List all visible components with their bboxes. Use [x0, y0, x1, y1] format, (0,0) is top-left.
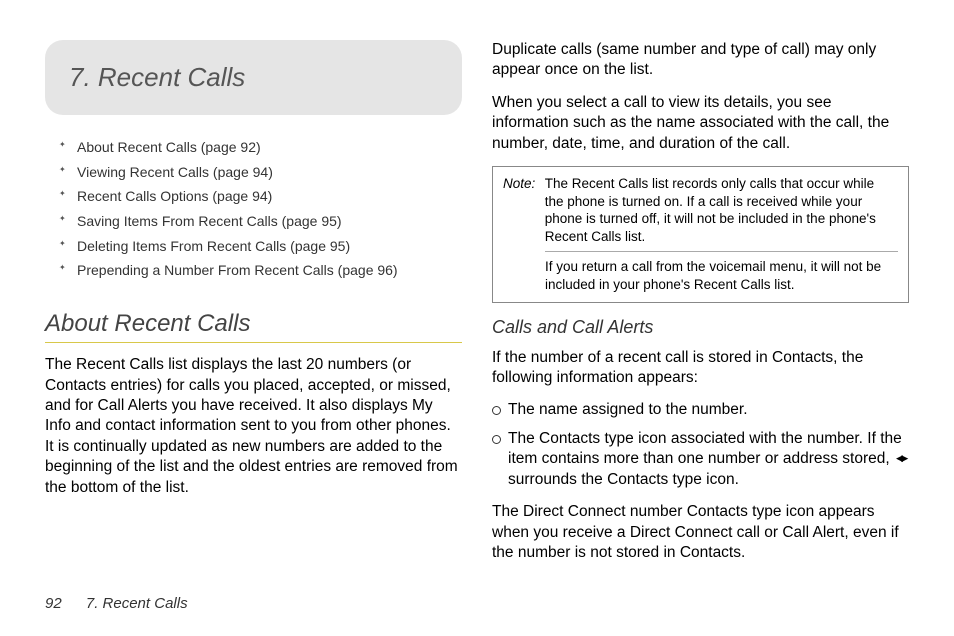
toc-item: Saving Items From Recent Calls (page 95) [59, 211, 462, 233]
toc-item: Viewing Recent Calls (page 94) [59, 162, 462, 184]
note-label: Note: [503, 175, 541, 193]
table-of-contents: About Recent Calls (page 92) Viewing Rec… [59, 137, 462, 282]
bullet-text-part-b: surrounds the Contacts type icon. [508, 471, 739, 488]
chapter-title: 7. Recent Calls [69, 62, 438, 93]
note-text-2: If you return a call from the voicemail … [545, 258, 898, 293]
heading-rule [45, 342, 462, 343]
arrows-icon: ◀ ▶ [896, 453, 906, 465]
note-text-1: The Recent Calls list records only calls… [545, 175, 896, 245]
toc-item: About Recent Calls (page 92) [59, 137, 462, 159]
page-footer: 92 7. Recent Calls [45, 595, 188, 612]
section-heading-about: About Recent Calls [45, 310, 462, 338]
left-column: 7. Recent Calls About Recent Calls (page… [45, 40, 462, 576]
note-divider [545, 251, 898, 252]
bullet-item-name: The name assigned to the number. [492, 400, 909, 420]
bullet-list: The name assigned to the number. The Con… [492, 400, 909, 490]
paragraph-duplicate: Duplicate calls (same number and type of… [492, 40, 909, 81]
bullet-text-part-a: The Contacts type icon associated with t… [508, 430, 902, 467]
chapter-header: 7. Recent Calls [45, 40, 462, 115]
footer-chapter-title: 7. Recent Calls [86, 595, 188, 612]
toc-item: Deleting Items From Recent Calls (page 9… [59, 236, 462, 258]
bullet-item-icon: The Contacts type icon associated with t… [492, 429, 909, 490]
paragraph-direct-connect: The Direct Connect number Contacts type … [492, 502, 909, 563]
toc-item: Prepending a Number From Recent Calls (p… [59, 260, 462, 282]
toc-item: Recent Calls Options (page 94) [59, 186, 462, 208]
right-column: Duplicate calls (same number and type of… [492, 40, 909, 576]
note-box: Note: The Recent Calls list records only… [492, 166, 909, 302]
footer-page-number: 92 [45, 595, 62, 612]
paragraph-details: When you select a call to view its detai… [492, 93, 909, 154]
paragraph-contacts-intro: If the number of a recent call is stored… [492, 348, 909, 389]
about-body-text: The Recent Calls list displays the last … [45, 355, 462, 498]
subheading-calls-alerts: Calls and Call Alerts [492, 317, 909, 338]
